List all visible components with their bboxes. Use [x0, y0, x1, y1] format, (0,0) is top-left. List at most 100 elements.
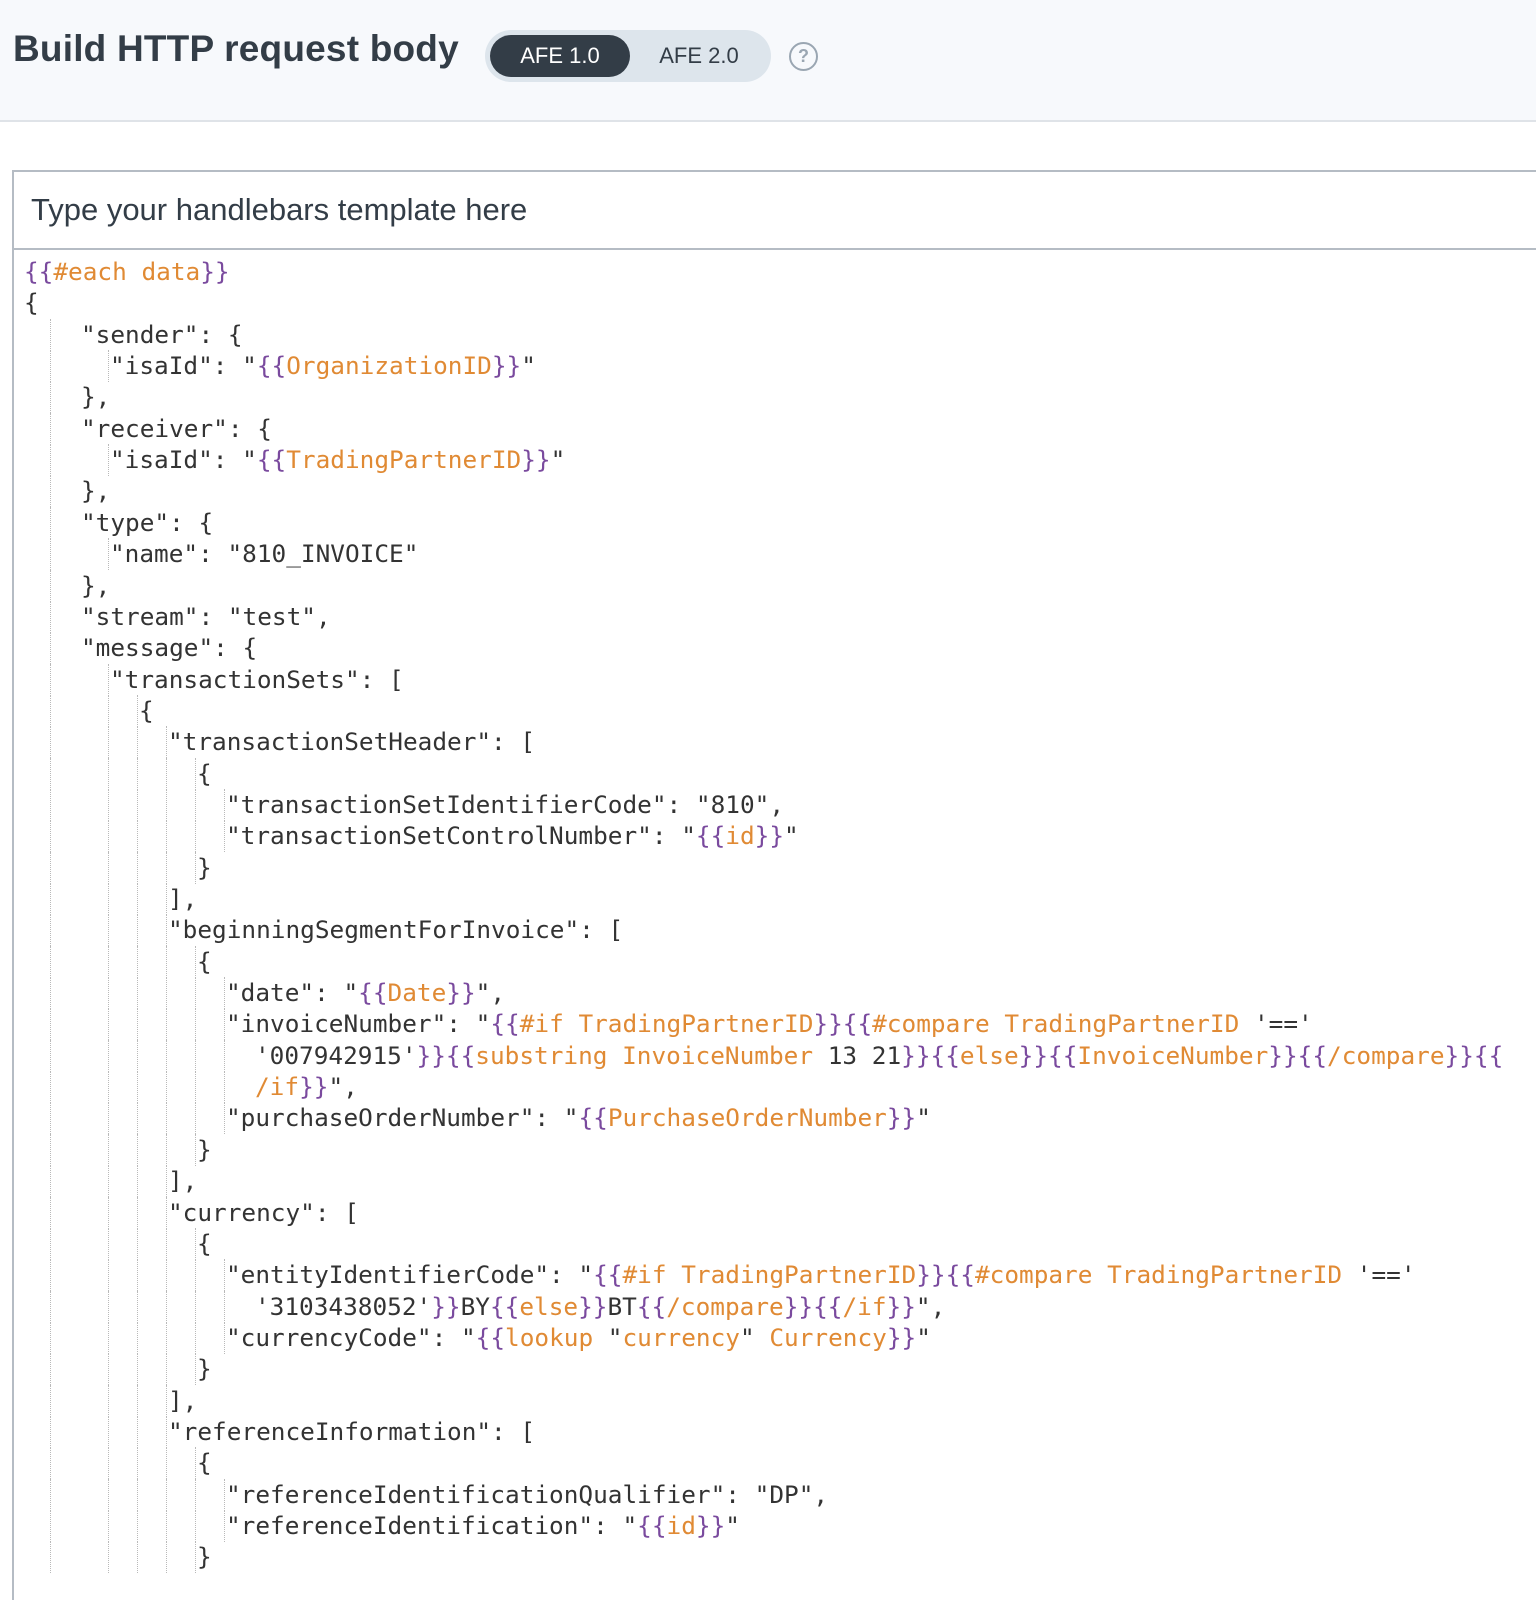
- code-line[interactable]: "transactionSetControlNumber": "{{id}}": [14, 820, 1534, 853]
- code-line[interactable]: "transactionSetIdentifierCode": "810",: [14, 788, 1534, 821]
- indent-guide: [195, 757, 196, 790]
- code-line[interactable]: {: [14, 287, 1534, 319]
- handlebars-brace: {{: [593, 1260, 623, 1290]
- handlebars-brace: }}: [695, 1511, 726, 1540]
- afe-1-option[interactable]: AFE 1.0: [490, 35, 630, 77]
- indent-guide: [166, 883, 167, 915]
- indent-guide: [50, 1008, 51, 1041]
- code-text: '007942915'}}{{substring InvoiceNumber 1…: [255, 1040, 1503, 1072]
- afe-2-option[interactable]: AFE 2.0: [632, 35, 766, 77]
- code-text: ],: [168, 1385, 197, 1417]
- code-line[interactable]: "entityIdentifierCode": "{{#if TradingPa…: [14, 1259, 1534, 1292]
- code-line[interactable]: ],: [14, 883, 1534, 915]
- code-line[interactable]: "currency": [: [14, 1196, 1534, 1229]
- indent-guide: [108, 1510, 109, 1542]
- indent-guide: [108, 1227, 109, 1260]
- code-line[interactable]: {: [14, 694, 1534, 727]
- code-line[interactable]: "invoiceNumber": "{{#if TradingPartnerID…: [14, 1008, 1534, 1041]
- code-line[interactable]: "name": "810_INVOICE": [14, 538, 1534, 571]
- code-line[interactable]: }: [14, 1133, 1534, 1166]
- code-line[interactable]: "referenceIdentificationQualifier": "DP"…: [14, 1478, 1534, 1511]
- code-line[interactable]: "message": {: [14, 632, 1534, 665]
- code-line[interactable]: {: [14, 1227, 1534, 1260]
- code-token: '3103438052': [255, 1291, 432, 1321]
- indent-guide: [50, 663, 51, 696]
- code-line[interactable]: "transactionSets": [: [14, 663, 1534, 696]
- indent-guide: [50, 1384, 51, 1417]
- code-line[interactable]: "isaId": "{{TradingPartnerID}}": [14, 444, 1534, 477]
- code-line[interactable]: {: [14, 1447, 1534, 1480]
- code-line[interactable]: },: [14, 475, 1534, 508]
- code-line[interactable]: "date": "{{Date}}",: [14, 977, 1534, 1010]
- handlebars-brace: }}: [431, 1291, 461, 1321]
- code-text: "transactionSetHeader": [: [168, 726, 535, 758]
- handlebars-brace: }}: [491, 351, 522, 381]
- indent-guide: [166, 1415, 167, 1448]
- code-token: }: [197, 1354, 212, 1384]
- code-line[interactable]: "receiver": {: [14, 412, 1534, 445]
- code-editor[interactable]: {{#each data}}{"sender": {"isaId": "{{Or…: [14, 252, 1536, 1600]
- indent-guide: [195, 945, 196, 978]
- code-line[interactable]: "referenceInformation": [: [14, 1415, 1534, 1448]
- code-line[interactable]: },: [14, 381, 1534, 414]
- indent-guide: [137, 694, 138, 727]
- handlebars-brace: {{: [256, 445, 287, 475]
- code-text: "invoiceNumber": "{{#if TradingPartnerID…: [226, 1008, 1313, 1040]
- code-line[interactable]: }: [14, 1541, 1534, 1574]
- indent-guide: [166, 1321, 167, 1354]
- code-line[interactable]: {: [14, 757, 1534, 790]
- handlebars-expression: /if: [842, 1291, 887, 1321]
- code-line[interactable]: "transactionSetHeader": [: [14, 726, 1534, 759]
- code-line[interactable]: }: [14, 851, 1534, 884]
- code-token: ": [916, 1322, 931, 1352]
- code-text: "date": "{{Date}}",: [226, 977, 505, 1009]
- code-line[interactable]: ],: [14, 1384, 1534, 1417]
- handlebars-expression: Currency: [769, 1322, 887, 1352]
- code-line[interactable]: "beginningSegmentForInvoice": [: [14, 914, 1534, 947]
- code-line[interactable]: "stream": "test",: [14, 600, 1534, 633]
- code-line[interactable]: },: [14, 569, 1534, 602]
- code-token: BT: [607, 1291, 637, 1321]
- code-text: {{#each data}}: [24, 256, 230, 288]
- code-token: ",: [915, 1291, 946, 1321]
- code-token: "referenceIdentificationQualifier": "DP"…: [226, 1479, 829, 1509]
- handlebars-brace: }}{{: [1444, 1040, 1504, 1070]
- code-text: "receiver": {: [81, 413, 272, 445]
- code-line[interactable]: /if}}",: [14, 1071, 1534, 1104]
- code-line[interactable]: }: [14, 1353, 1534, 1386]
- help-icon[interactable]: ?: [789, 42, 818, 71]
- code-line[interactable]: '007942915'}}{{substring InvoiceNumber 1…: [14, 1039, 1534, 1072]
- afe-version-toggle[interactable]: AFE 1.0 AFE 2.0: [485, 30, 771, 82]
- code-text: "purchaseOrderNumber": "{{PurchaseOrderN…: [226, 1102, 931, 1134]
- code-token: "referenceIdentification": ": [226, 1511, 638, 1540]
- indent-guide: [166, 1447, 167, 1480]
- indent-guide: [195, 851, 196, 884]
- code-line[interactable]: "type": {: [14, 506, 1534, 539]
- code-line[interactable]: "currencyCode": "{{lookup "currency" Cur…: [14, 1321, 1534, 1354]
- page-title: Build HTTP request body: [13, 28, 459, 69]
- code-line[interactable]: {{#each data}}: [14, 256, 1534, 288]
- code-token: "currencyCode": ": [226, 1322, 476, 1352]
- code-line[interactable]: "isaId": "{{OrganizationID}}": [14, 350, 1534, 383]
- code-token: ": [521, 351, 536, 381]
- indent-guide: [224, 1259, 225, 1292]
- editor-placeholder-title: Type your handlebars template here: [31, 192, 528, 227]
- code-token: 13 21: [813, 1040, 902, 1070]
- code-text: "entityIdentifierCode": "{{#if TradingPa…: [226, 1259, 1416, 1291]
- code-line[interactable]: "referenceIdentification": "{{id}}": [14, 1510, 1534, 1542]
- code-line[interactable]: "sender": {: [14, 318, 1534, 351]
- indent-guide: [137, 1008, 138, 1041]
- indent-guide: [137, 1384, 138, 1417]
- indent-guide: [50, 1133, 51, 1166]
- indent-guide: [166, 1039, 167, 1072]
- code-line[interactable]: "purchaseOrderNumber": "{{PurchaseOrderN…: [14, 1102, 1534, 1135]
- indent-guide: [137, 883, 138, 915]
- indent-guide: [50, 412, 51, 445]
- code-token: "purchaseOrderNumber": ": [226, 1103, 579, 1133]
- indent-guide: [137, 1478, 138, 1511]
- indent-guide: [108, 1196, 109, 1229]
- code-line[interactable]: '3103438052'}}BY{{else}}BT{{/compare}}{{…: [14, 1290, 1534, 1323]
- code-line[interactable]: {: [14, 945, 1534, 978]
- code-line[interactable]: ],: [14, 1165, 1534, 1198]
- indent-guide: [50, 569, 51, 602]
